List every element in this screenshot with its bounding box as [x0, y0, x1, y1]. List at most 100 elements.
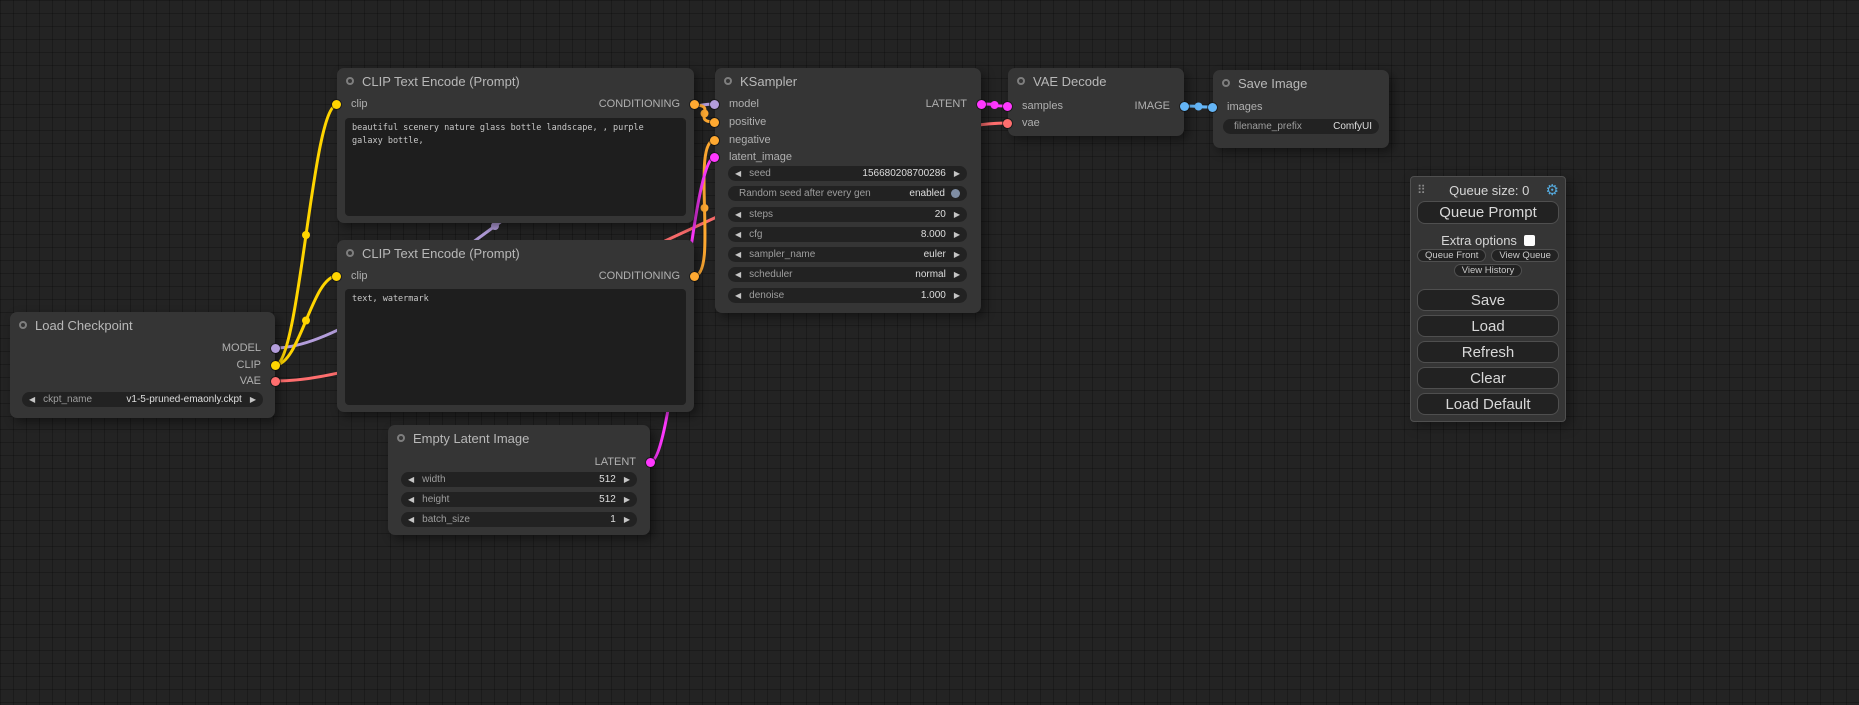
- width-widget[interactable]: ◀ width 512 ▶: [401, 472, 637, 487]
- input-dot-samples[interactable]: [1003, 102, 1012, 111]
- input-label-clip: clip: [351, 99, 368, 110]
- input-label-negative: negative: [729, 135, 771, 146]
- increment-icon[interactable]: ▶: [954, 267, 960, 282]
- increment-icon[interactable]: ▶: [624, 512, 630, 527]
- node-vae-decode[interactable]: VAE Decode samples vae IMAGE: [1008, 68, 1184, 136]
- seed-widget[interactable]: ◀ seed 156680208700286 ▶: [728, 166, 967, 181]
- decrement-icon[interactable]: ◀: [735, 207, 741, 222]
- increment-icon[interactable]: ▶: [954, 227, 960, 242]
- output-dot-latent[interactable]: [977, 100, 986, 109]
- height-widget[interactable]: ◀ height 512 ▶: [401, 492, 637, 507]
- save-button[interactable]: Save: [1417, 289, 1559, 311]
- collapse-dot-icon[interactable]: [724, 77, 732, 85]
- load-button[interactable]: Load: [1417, 315, 1559, 337]
- collapse-dot-icon[interactable]: [346, 249, 354, 257]
- collapse-dot-icon[interactable]: [1222, 79, 1230, 87]
- decrement-icon[interactable]: ◀: [735, 247, 741, 262]
- node-ksampler[interactable]: KSampler model positive negative latent_…: [715, 68, 981, 313]
- negative-prompt-textarea[interactable]: text, watermark: [345, 289, 686, 405]
- cfg-widget[interactable]: ◀ cfg 8.000 ▶: [728, 227, 967, 242]
- random-seed-toggle-widget[interactable]: Random seed after every gen enabled: [728, 186, 967, 201]
- view-history-button[interactable]: View History: [1454, 264, 1523, 277]
- widget-value: 1: [610, 514, 616, 525]
- output-label-vae: VAE: [240, 376, 261, 387]
- decrement-icon[interactable]: ◀: [408, 492, 414, 507]
- widget-label: seed: [749, 168, 771, 179]
- queue-prompt-button[interactable]: Queue Prompt: [1417, 201, 1559, 224]
- node-save-image[interactable]: Save Image images filename_prefix ComfyU…: [1213, 70, 1389, 148]
- extra-options-checkbox[interactable]: [1524, 235, 1535, 246]
- increment-icon[interactable]: ▶: [954, 166, 960, 181]
- input-dot-positive[interactable]: [710, 118, 719, 127]
- increment-icon[interactable]: ▶: [954, 288, 960, 303]
- view-queue-button[interactable]: View Queue: [1491, 249, 1559, 262]
- batch-size-widget[interactable]: ◀ batch_size 1 ▶: [401, 512, 637, 527]
- collapse-dot-icon[interactable]: [1017, 77, 1025, 85]
- input-dot-model[interactable]: [710, 100, 719, 109]
- clear-button[interactable]: Clear: [1417, 367, 1559, 389]
- drag-handle-icon[interactable]: ⠿: [1417, 183, 1433, 197]
- decrement-icon[interactable]: ◀: [735, 288, 741, 303]
- prev-value-icon[interactable]: ◀: [29, 392, 35, 407]
- input-dot-images[interactable]: [1208, 103, 1217, 112]
- output-dot-image[interactable]: [1180, 102, 1189, 111]
- load-default-button[interactable]: Load Default: [1417, 393, 1559, 415]
- steps-widget[interactable]: ◀ steps 20 ▶: [728, 207, 967, 222]
- input-dot-clip[interactable]: [332, 272, 341, 281]
- collapse-dot-icon[interactable]: [19, 321, 27, 329]
- node-header: Save Image: [1213, 70, 1389, 96]
- collapse-dot-icon[interactable]: [397, 434, 405, 442]
- increment-icon[interactable]: ▶: [624, 492, 630, 507]
- widget-value: 8.000: [921, 229, 946, 240]
- denoise-widget[interactable]: ◀ denoise 1.000 ▶: [728, 288, 967, 303]
- output-label-latent: LATENT: [926, 99, 967, 110]
- node-load-checkpoint[interactable]: Load Checkpoint MODEL CLIP VAE ◀ ckpt_na…: [10, 312, 275, 418]
- link-clip-to-negative: [275, 276, 337, 365]
- toggle-dot[interactable]: [951, 189, 960, 198]
- output-label-clip: CLIP: [237, 360, 261, 371]
- filename-prefix-widget[interactable]: filename_prefix ComfyUI: [1223, 119, 1379, 134]
- input-label-images: images: [1227, 102, 1262, 113]
- output-dot-model[interactable]: [271, 344, 280, 353]
- scheduler-widget[interactable]: ◀ scheduler normal ▶: [728, 267, 967, 282]
- sampler-name-widget[interactable]: ◀ sampler_name euler ▶: [728, 247, 967, 262]
- collapse-dot-icon[interactable]: [346, 77, 354, 85]
- output-dot-conditioning[interactable]: [690, 100, 699, 109]
- node-title: CLIP Text Encode (Prompt): [362, 246, 520, 261]
- output-label-model: MODEL: [222, 343, 261, 354]
- widget-label: filename_prefix: [1234, 121, 1302, 132]
- increment-icon[interactable]: ▶: [624, 472, 630, 487]
- next-value-icon[interactable]: ▶: [250, 392, 256, 407]
- increment-icon[interactable]: ▶: [954, 247, 960, 262]
- input-dot-negative[interactable]: [710, 136, 719, 145]
- increment-icon[interactable]: ▶: [954, 207, 960, 222]
- input-dot-clip[interactable]: [332, 100, 341, 109]
- decrement-icon[interactable]: ◀: [735, 267, 741, 282]
- node-title: KSampler: [740, 74, 797, 89]
- positive-prompt-textarea[interactable]: beautiful scenery nature glass bottle la…: [345, 118, 686, 216]
- widget-label: steps: [749, 209, 773, 220]
- node-empty-latent-image[interactable]: Empty Latent Image LATENT ◀ width 512 ▶ …: [388, 425, 650, 535]
- decrement-icon[interactable]: ◀: [735, 166, 741, 181]
- ckpt-name-widget[interactable]: ◀ ckpt_name v1-5-pruned-emaonly.ckpt ▶: [22, 392, 263, 407]
- node-header: CLIP Text Encode (Prompt): [337, 68, 694, 94]
- node-clip-text-encode-positive[interactable]: CLIP Text Encode (Prompt) clip CONDITION…: [337, 68, 694, 223]
- output-dot-clip[interactable]: [271, 361, 280, 370]
- gear-icon[interactable]: ⚙: [1546, 183, 1559, 198]
- output-dot-conditioning[interactable]: [690, 272, 699, 281]
- queue-front-button[interactable]: Queue Front: [1417, 249, 1486, 262]
- input-dot-vae[interactable]: [1003, 119, 1012, 128]
- node-header: Empty Latent Image: [388, 425, 650, 451]
- node-graph-canvas[interactable]: { "colors": { "model": "#B39DDB", "clip"…: [0, 0, 1859, 705]
- node-clip-text-encode-negative[interactable]: CLIP Text Encode (Prompt) clip CONDITION…: [337, 240, 694, 412]
- decrement-icon[interactable]: ◀: [408, 472, 414, 487]
- input-dot-latent-image[interactable]: [710, 153, 719, 162]
- link-midpoint-dot: [701, 110, 709, 118]
- decrement-icon[interactable]: ◀: [735, 227, 741, 242]
- refresh-button[interactable]: Refresh: [1417, 341, 1559, 363]
- output-dot-vae[interactable]: [271, 377, 280, 386]
- output-dot-latent[interactable]: [646, 458, 655, 467]
- decrement-icon[interactable]: ◀: [408, 512, 414, 527]
- input-label-model: model: [729, 99, 759, 110]
- link-midpoint-dot: [491, 222, 499, 230]
